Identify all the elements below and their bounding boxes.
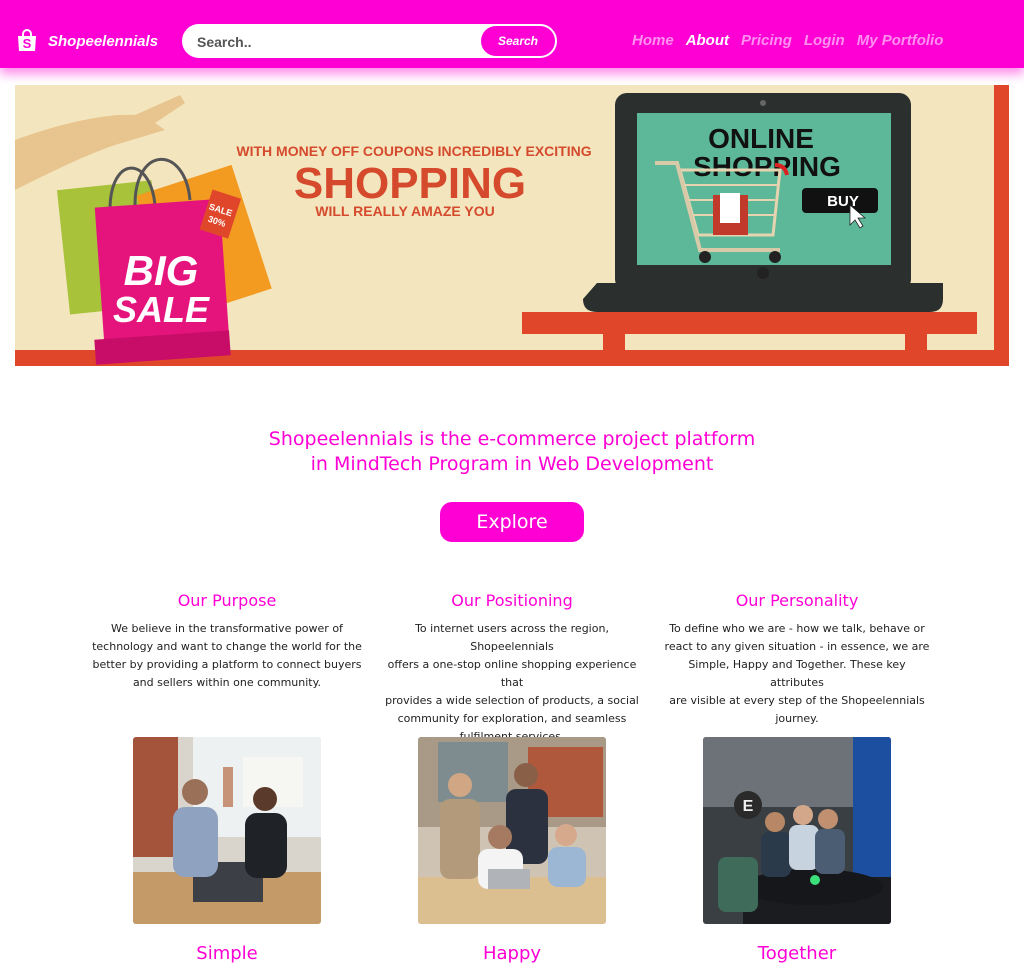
value-label-together: Together [757,943,837,964]
nav-home[interactable]: Home [632,32,674,49]
buy-label: BUY [827,193,859,210]
screen-text-shopping: SHOPPING [693,151,841,182]
feature-title: Our Personality [735,591,859,610]
search-input[interactable] [197,33,467,51]
svg-text:S: S [23,36,32,51]
photo-happy [418,737,606,924]
nav-pricing[interactable]: Pricing [741,32,792,49]
nav-login[interactable]: Login [804,32,845,49]
tagline-line-2: in MindTech Program in Web Development [310,453,714,475]
bag-text-big: BIG [124,247,199,294]
feature-title: Our Purpose [177,591,277,610]
brand[interactable]: S Shopeelennials [15,29,158,53]
search-box: Search [182,24,557,58]
nav-links: Home About Pricing Login My Portfolio [632,32,955,49]
feature-description: We believe in the transformative power o… [92,622,362,689]
shopping-bag-icon: S [18,29,36,51]
screen-text-online: ONLINE [708,123,814,154]
feature-description: To internet users across the region, Sho… [385,622,639,743]
tagline: Shopeelennials is the e-commerce project… [212,427,812,477]
feature-personality: Our Personality To define who we are - h… [662,591,932,728]
value-label-happy: Happy [482,943,542,964]
feature-description: To define who we are - how we talk, beha… [664,622,930,725]
feature-positioning: Our Positioning To internet users across… [377,591,647,746]
banner: BIG SALE SALE 30% WITH MONEY OFF COUPONS… [15,85,1009,366]
feature-title: Our Positioning [451,591,573,610]
nav-my-portfolio[interactable]: My Portfolio [857,32,944,49]
photo-together: E [703,737,891,924]
banner-headline-bottom: WILL REALLY AMAZE YOU [315,203,494,219]
bag-text-sale: SALE [113,289,210,330]
explore-button[interactable]: Explore [440,502,584,542]
nav-about[interactable]: About [686,32,729,49]
photo-simple [133,737,321,924]
navbar: S Shopeelennials Search Home About Prici… [0,0,1024,68]
banner-headline-main: SHOPPING [294,159,526,208]
search-button[interactable]: Search [480,25,556,57]
laptop-illustration: ONLINE SHOPPING BUY [583,93,943,312]
svg-text:E: E [743,798,754,815]
cart-wheel [757,267,769,279]
brand-name: Shopeelennials [48,32,159,50]
tagline-line-1: Shopeelennials is the e-commerce project… [268,428,756,450]
banner-headline-top: WITH MONEY OFF COUPONS INCREDIBLY EXCITI… [236,143,591,159]
value-label-simple: Simple [196,943,258,964]
feature-purpose: Our Purpose We believe in the transforma… [92,591,362,692]
